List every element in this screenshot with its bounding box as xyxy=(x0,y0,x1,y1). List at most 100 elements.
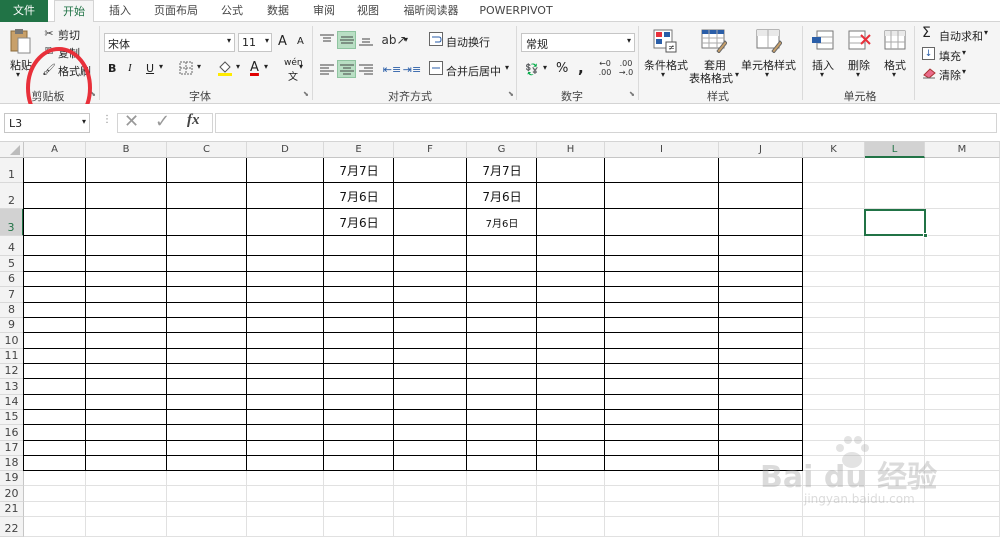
font-color-button[interactable]: A xyxy=(250,60,259,75)
column-header-H[interactable]: H xyxy=(537,142,605,158)
chevron-down-icon[interactable]: ▾ xyxy=(404,35,408,44)
increase-indent-icon[interactable]: ⇥≡ xyxy=(403,60,421,78)
select-all-button[interactable] xyxy=(0,142,24,158)
format-as-table-label[interactable]: 表格格式 xyxy=(689,70,733,86)
chevron-down-icon[interactable]: ▾ xyxy=(892,70,896,79)
chevron-down-icon[interactable]: ▾ xyxy=(962,48,966,57)
row-header-5[interactable]: 5 xyxy=(0,256,24,272)
chevron-down-icon[interactable]: ▾ xyxy=(856,70,860,79)
tab-file[interactable]: 文件 xyxy=(0,0,48,22)
row-header-9[interactable]: 9 xyxy=(0,318,24,333)
column-header-K[interactable]: K xyxy=(803,142,865,158)
column-header-E[interactable]: E xyxy=(324,142,394,158)
row-header-6[interactable]: 6 xyxy=(0,272,24,287)
autosum-button[interactable]: 自动求和 xyxy=(939,28,983,44)
row-header-14[interactable]: 14 xyxy=(0,395,24,410)
number-launcher-icon[interactable]: ⬊ xyxy=(629,90,635,98)
row-header-1[interactable]: 1 xyxy=(0,158,24,183)
font-name-select[interactable]: 宋体 ▾ xyxy=(104,33,235,52)
row-header-15[interactable]: 15 xyxy=(0,410,24,425)
row-header-18[interactable]: 18 xyxy=(0,456,24,471)
row-header-8[interactable]: 8 xyxy=(0,303,24,318)
fill-button[interactable]: 填充 xyxy=(939,48,961,64)
row-header-3[interactable]: 3 xyxy=(0,209,24,236)
row-header-20[interactable]: 20 xyxy=(0,486,24,502)
cell-E2[interactable]: 7月6日 xyxy=(324,183,394,209)
chevron-down-icon[interactable]: ▾ xyxy=(264,62,268,71)
column-header-I[interactable]: I xyxy=(605,142,719,158)
column-header-M[interactable]: M xyxy=(925,142,1000,158)
clear-button[interactable]: 清除 xyxy=(939,67,961,83)
row-header-19[interactable]: 19 xyxy=(0,471,24,486)
tab-view[interactable]: 视图 xyxy=(350,0,386,22)
cell-G1[interactable]: 7月7日 xyxy=(467,158,537,183)
column-header-L[interactable]: L xyxy=(865,142,925,158)
chevron-down-icon[interactable]: ▾ xyxy=(159,62,163,71)
conditional-format-button[interactable]: 条件格式 xyxy=(644,57,688,73)
align-bottom-icon[interactable] xyxy=(357,31,375,49)
name-box[interactable]: L3 ▾ xyxy=(4,113,90,133)
chevron-down-icon[interactable]: ▾ xyxy=(661,70,665,79)
cell-G3[interactable]: 7月6日 xyxy=(467,209,537,236)
italic-button[interactable]: I xyxy=(128,62,132,74)
cell-E3[interactable]: 7月6日 xyxy=(324,209,394,236)
grow-font-button[interactable]: A xyxy=(278,34,287,49)
chevron-down-icon[interactable]: ▾ xyxy=(236,62,240,71)
font-launcher-icon[interactable]: ⬊ xyxy=(303,90,309,98)
chevron-down-icon[interactable]: ▾ xyxy=(735,70,739,79)
tab-data[interactable]: 数据 xyxy=(258,0,298,22)
column-header-G[interactable]: G xyxy=(467,142,537,158)
row-header-12[interactable]: 12 xyxy=(0,364,24,379)
row-header-4[interactable]: 4 xyxy=(0,236,24,256)
shrink-font-button[interactable]: A xyxy=(297,36,304,47)
chevron-down-icon[interactable]: ▾ xyxy=(962,67,966,76)
row-header-22[interactable]: 22 xyxy=(0,517,24,537)
row-header-2[interactable]: 2 xyxy=(0,183,24,209)
chevron-down-icon[interactable]: ▾ xyxy=(505,63,509,72)
column-header-B[interactable]: B xyxy=(86,142,167,158)
tab-home[interactable]: 开始 xyxy=(54,0,94,23)
paste-dropdown-icon[interactable]: ▾ xyxy=(16,70,20,79)
row-header-10[interactable]: 10 xyxy=(0,333,24,349)
cell-G2[interactable]: 7月6日 xyxy=(467,183,537,209)
tab-foxit-reader[interactable]: 福昕阅读器 xyxy=(396,0,466,22)
column-header-A[interactable]: A xyxy=(24,142,86,158)
wrap-text-button[interactable]: 自动换行 xyxy=(446,34,490,50)
enter-check-icon[interactable]: ✓ xyxy=(155,111,170,132)
chevron-down-icon[interactable]: ▾ xyxy=(197,62,201,71)
cell-E1[interactable]: 7月7日 xyxy=(324,158,394,183)
align-right-icon[interactable] xyxy=(357,60,375,78)
chevron-down-icon[interactable]: ▾ xyxy=(820,70,824,79)
row-header-11[interactable]: 11 xyxy=(0,349,24,364)
column-header-D[interactable]: D xyxy=(247,142,324,158)
chevron-down-icon[interactable]: ▾ xyxy=(299,62,303,71)
cancel-icon[interactable]: ✕ xyxy=(124,111,139,132)
worksheet-grid[interactable]: ABCDEFGHIJKLM 1 2 3 4 5 6 7 8 9 10 11 12 13 14 15 16 17 1… xyxy=(0,142,1000,537)
border-icon[interactable] xyxy=(178,60,194,76)
align-middle-icon[interactable] xyxy=(337,31,356,49)
bold-button[interactable]: B xyxy=(108,62,116,75)
alignment-launcher-icon[interactable]: ⬊ xyxy=(508,90,514,98)
row-header-13[interactable]: 13 xyxy=(0,379,24,395)
underline-button[interactable]: U xyxy=(146,62,154,75)
tab-formulas[interactable]: 公式 xyxy=(212,0,252,22)
chevron-down-icon[interactable]: ▾ xyxy=(765,70,769,79)
number-format-select[interactable]: 常规 ▾ xyxy=(521,33,635,52)
decrease-indent-icon[interactable]: ⇤≡ xyxy=(383,60,401,78)
merge-center-button[interactable]: 合并后居中 xyxy=(446,63,501,79)
align-top-icon[interactable] xyxy=(318,31,336,49)
currency-icon[interactable]: 💱 xyxy=(522,60,542,78)
row-header-16[interactable]: 16 xyxy=(0,425,24,441)
column-header-F[interactable]: F xyxy=(394,142,467,158)
row-header-7[interactable]: 7 xyxy=(0,287,24,303)
tab-insert[interactable]: 插入 xyxy=(102,0,138,22)
active-cell-L3[interactable] xyxy=(864,209,926,236)
tab-review[interactable]: 审阅 xyxy=(304,0,344,22)
column-header-J[interactable]: J xyxy=(719,142,803,158)
fill-color-icon[interactable] xyxy=(216,59,234,77)
tab-page-layout[interactable]: 页面布局 xyxy=(148,0,204,22)
font-size-select[interactable]: 11 ▾ xyxy=(238,33,272,52)
row-header-21[interactable]: 21 xyxy=(0,502,24,517)
align-left-icon[interactable] xyxy=(318,60,336,78)
row-header-17[interactable]: 17 xyxy=(0,441,24,456)
